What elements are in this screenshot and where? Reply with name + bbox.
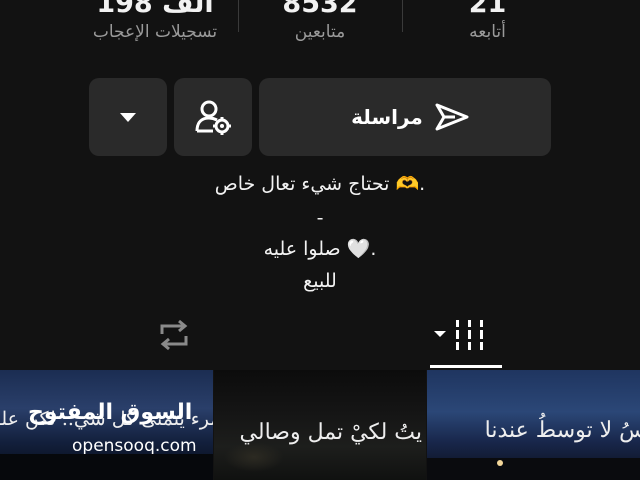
chevron-down-icon bbox=[120, 113, 136, 122]
bio-line: تحتاج شيء تعال خاص 🫶. bbox=[214, 173, 426, 195]
active-tab-indicator bbox=[430, 365, 502, 368]
message-button[interactable]: مراسلة bbox=[259, 78, 551, 156]
send-icon bbox=[435, 103, 469, 131]
ground-silhouette bbox=[0, 454, 213, 480]
bio-line: صلوا عليه 🤍. bbox=[263, 238, 377, 260]
video-thumbnail[interactable]: سُ لا توسطُ عندنا bbox=[427, 370, 640, 480]
followers-count: 8532 bbox=[260, 0, 380, 14]
stat-likes[interactable]: 198 ألف تسجيلات الإعجاب bbox=[70, 0, 240, 42]
bio-line: - bbox=[316, 207, 324, 229]
thumbnail-caption: سُ لا توسطُ عندنا bbox=[484, 418, 640, 443]
caret-down-icon bbox=[434, 331, 446, 337]
user-settings-icon bbox=[195, 100, 231, 135]
likes-count: 198 ألف bbox=[70, 0, 240, 14]
video-thumbnail[interactable]: يتُ لكيْ تمل وصالي bbox=[214, 370, 426, 480]
video-thumbnail[interactable]: لمرء يتمنى كل شي.. لكن علم السوق المفتوح… bbox=[0, 370, 213, 480]
user-settings-button[interactable] bbox=[174, 78, 252, 156]
following-count: 21 bbox=[440, 0, 535, 14]
message-label: مراسلة bbox=[351, 105, 423, 129]
lamp-light bbox=[497, 460, 503, 466]
stat-divider bbox=[238, 0, 239, 32]
more-options-button[interactable] bbox=[89, 78, 167, 156]
bio-line: للبيع bbox=[303, 270, 337, 292]
watermark-title: السوق المفتوح bbox=[28, 400, 193, 425]
watermark-url: opensooq.com bbox=[72, 436, 197, 456]
repost-icon bbox=[160, 319, 188, 351]
ground-silhouette bbox=[427, 458, 640, 480]
stat-divider bbox=[402, 0, 403, 32]
likes-label: تسجيلات الإعجاب bbox=[92, 22, 218, 42]
stat-following[interactable]: 21 أتابعه bbox=[440, 0, 535, 42]
grid-icon bbox=[434, 320, 483, 350]
following-label: أتابعه bbox=[469, 22, 506, 42]
tab-reposts[interactable] bbox=[154, 318, 194, 352]
stat-followers[interactable]: 8532 متابعين bbox=[260, 0, 380, 42]
followers-label: متابعين bbox=[294, 22, 346, 42]
decorative-glow bbox=[224, 442, 284, 472]
tab-grid[interactable] bbox=[432, 318, 492, 352]
